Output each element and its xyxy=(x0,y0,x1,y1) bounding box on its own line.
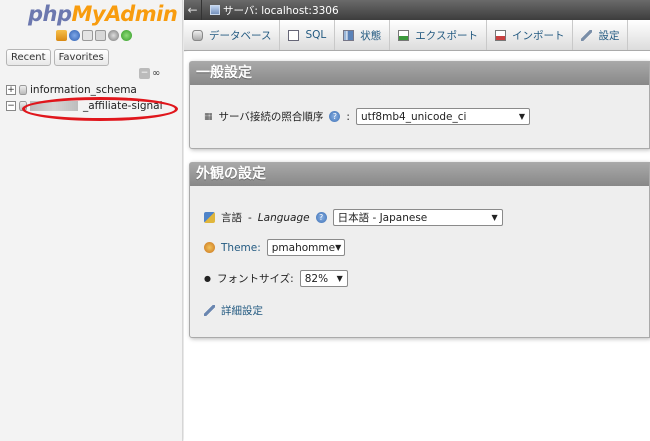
language-select[interactable]: 日本語 - Japanese ▼ xyxy=(332,209,503,226)
tab-export[interactable]: エクスポート xyxy=(390,20,487,50)
favorites-button[interactable]: Favorites xyxy=(53,49,109,66)
language-dash: - xyxy=(248,211,252,224)
tab-label: データベース xyxy=(209,29,272,42)
fontsize-value: 82% xyxy=(304,272,329,285)
phpmyadmin-logo[interactable]: phpMyAdmin xyxy=(28,2,178,26)
navigation-panel: phpMyAdmin Recent Favorites − ∞ + inform… xyxy=(0,0,183,441)
tab-label: SQL xyxy=(305,29,327,41)
panel-title: 一般設定 xyxy=(190,62,649,85)
tree-item-information-schema[interactable]: + information_schema xyxy=(6,84,137,96)
exit-icon[interactable] xyxy=(69,30,80,41)
import-icon xyxy=(494,29,506,41)
back-arrow-icon[interactable]: ← xyxy=(184,0,202,20)
help-icon[interactable]: ? xyxy=(315,212,327,223)
collapse-all-icon[interactable]: − xyxy=(139,68,150,79)
theme-select[interactable]: pmahomme ▼ xyxy=(266,239,345,256)
collation-value: utf8mb4_unicode_ci xyxy=(360,110,467,123)
wrench-icon xyxy=(204,305,215,316)
tab-settings[interactable]: 設定 xyxy=(573,20,629,50)
palette-icon xyxy=(204,242,215,253)
list-icon: ▦ xyxy=(204,111,213,122)
chevron-down-icon: ▼ xyxy=(336,274,343,283)
tab-label: インポート xyxy=(511,29,565,42)
status-icon xyxy=(343,29,355,41)
collation-select[interactable]: utf8mb4_unicode_ci ▼ xyxy=(355,108,530,125)
tab-status[interactable]: 状態 xyxy=(335,20,391,50)
nav-icon-bar xyxy=(56,30,132,41)
language-label: 言語 xyxy=(221,212,242,224)
server-icon xyxy=(210,5,220,15)
fontsize-row: ● フォントサイズ: 82% ▼ xyxy=(204,270,348,287)
logo-text-myadmin: MyAdmin xyxy=(71,2,178,26)
language-value: 日本語 - Japanese xyxy=(337,212,428,224)
annotation-ellipse xyxy=(22,97,178,121)
logo-text-php: php xyxy=(28,2,72,26)
link-icon[interactable]: ∞ xyxy=(152,68,160,79)
theme-value: pmahomme xyxy=(271,241,336,254)
tab-label: エクスポート xyxy=(415,29,478,42)
more-settings-row: 詳細設定 xyxy=(204,303,263,318)
theme-label[interactable]: Theme: xyxy=(221,242,261,254)
tab-import[interactable]: インポート xyxy=(487,20,574,50)
language-icon xyxy=(204,212,215,223)
database-icon xyxy=(19,85,27,95)
tab-databases[interactable]: データベース xyxy=(184,20,281,50)
appearance-settings-panel: 外観の設定 言語 - Language ? 日本語 - Japanese ▼ T… xyxy=(189,162,650,338)
tree-controls: − ∞ xyxy=(139,68,160,79)
chevron-down-icon: ▼ xyxy=(518,112,525,121)
tab-label: 設定 xyxy=(598,29,620,42)
bullet-icon: ● xyxy=(204,274,211,283)
theme-row: Theme: pmahomme ▼ xyxy=(204,239,345,256)
help-icon[interactable]: ? xyxy=(329,111,341,122)
panel-title: 外観の設定 xyxy=(190,163,649,186)
collapse-icon[interactable]: − xyxy=(6,101,16,111)
home-icon[interactable] xyxy=(56,30,67,41)
chevron-down-icon: ▼ xyxy=(335,243,342,252)
fontsize-select[interactable]: 82% ▼ xyxy=(299,270,348,287)
database-name[interactable]: information_schema xyxy=(30,84,137,96)
fontsize-label: フォントサイズ: xyxy=(216,273,294,285)
reload-icon[interactable] xyxy=(121,30,132,41)
main-menu: データベース SQL 状態 エクスポート インポート 設定 xyxy=(184,20,650,51)
database-icon xyxy=(192,29,203,41)
top-breadcrumb-bar: ← サーバ: localhost:3306 xyxy=(184,0,650,20)
server-breadcrumb[interactable]: サーバ: localhost:3306 xyxy=(223,3,339,18)
language-row: 言語 - Language ? 日本語 - Japanese ▼ xyxy=(204,209,503,226)
chevron-down-icon: ▼ xyxy=(491,213,498,222)
help-icon[interactable] xyxy=(82,30,93,41)
tab-sql[interactable]: SQL xyxy=(280,20,336,50)
collation-label: サーバ接続の照合順序 xyxy=(218,111,324,123)
settings-icon[interactable] xyxy=(108,30,119,41)
nav-tabs: Recent Favorites xyxy=(6,49,109,66)
collation-row: ▦ サーバ接続の照合順序 ?: utf8mb4_unicode_ci ▼ xyxy=(204,108,530,125)
main-content: 一般設定 ▦ サーバ接続の照合順序 ?: utf8mb4_unicode_ci … xyxy=(184,52,650,441)
more-settings-link[interactable]: 詳細設定 xyxy=(221,303,263,318)
language-label-en: Language xyxy=(257,211,310,224)
wrench-icon xyxy=(581,29,593,41)
sql-icon xyxy=(288,29,300,41)
recent-button[interactable]: Recent xyxy=(6,49,51,66)
general-settings-panel: 一般設定 ▦ サーバ接続の照合順序 ?: utf8mb4_unicode_ci … xyxy=(189,61,650,149)
expand-icon[interactable]: + xyxy=(6,85,16,95)
export-icon xyxy=(398,29,410,41)
docs-icon[interactable] xyxy=(95,30,106,41)
tab-label: 状態 xyxy=(360,29,382,42)
